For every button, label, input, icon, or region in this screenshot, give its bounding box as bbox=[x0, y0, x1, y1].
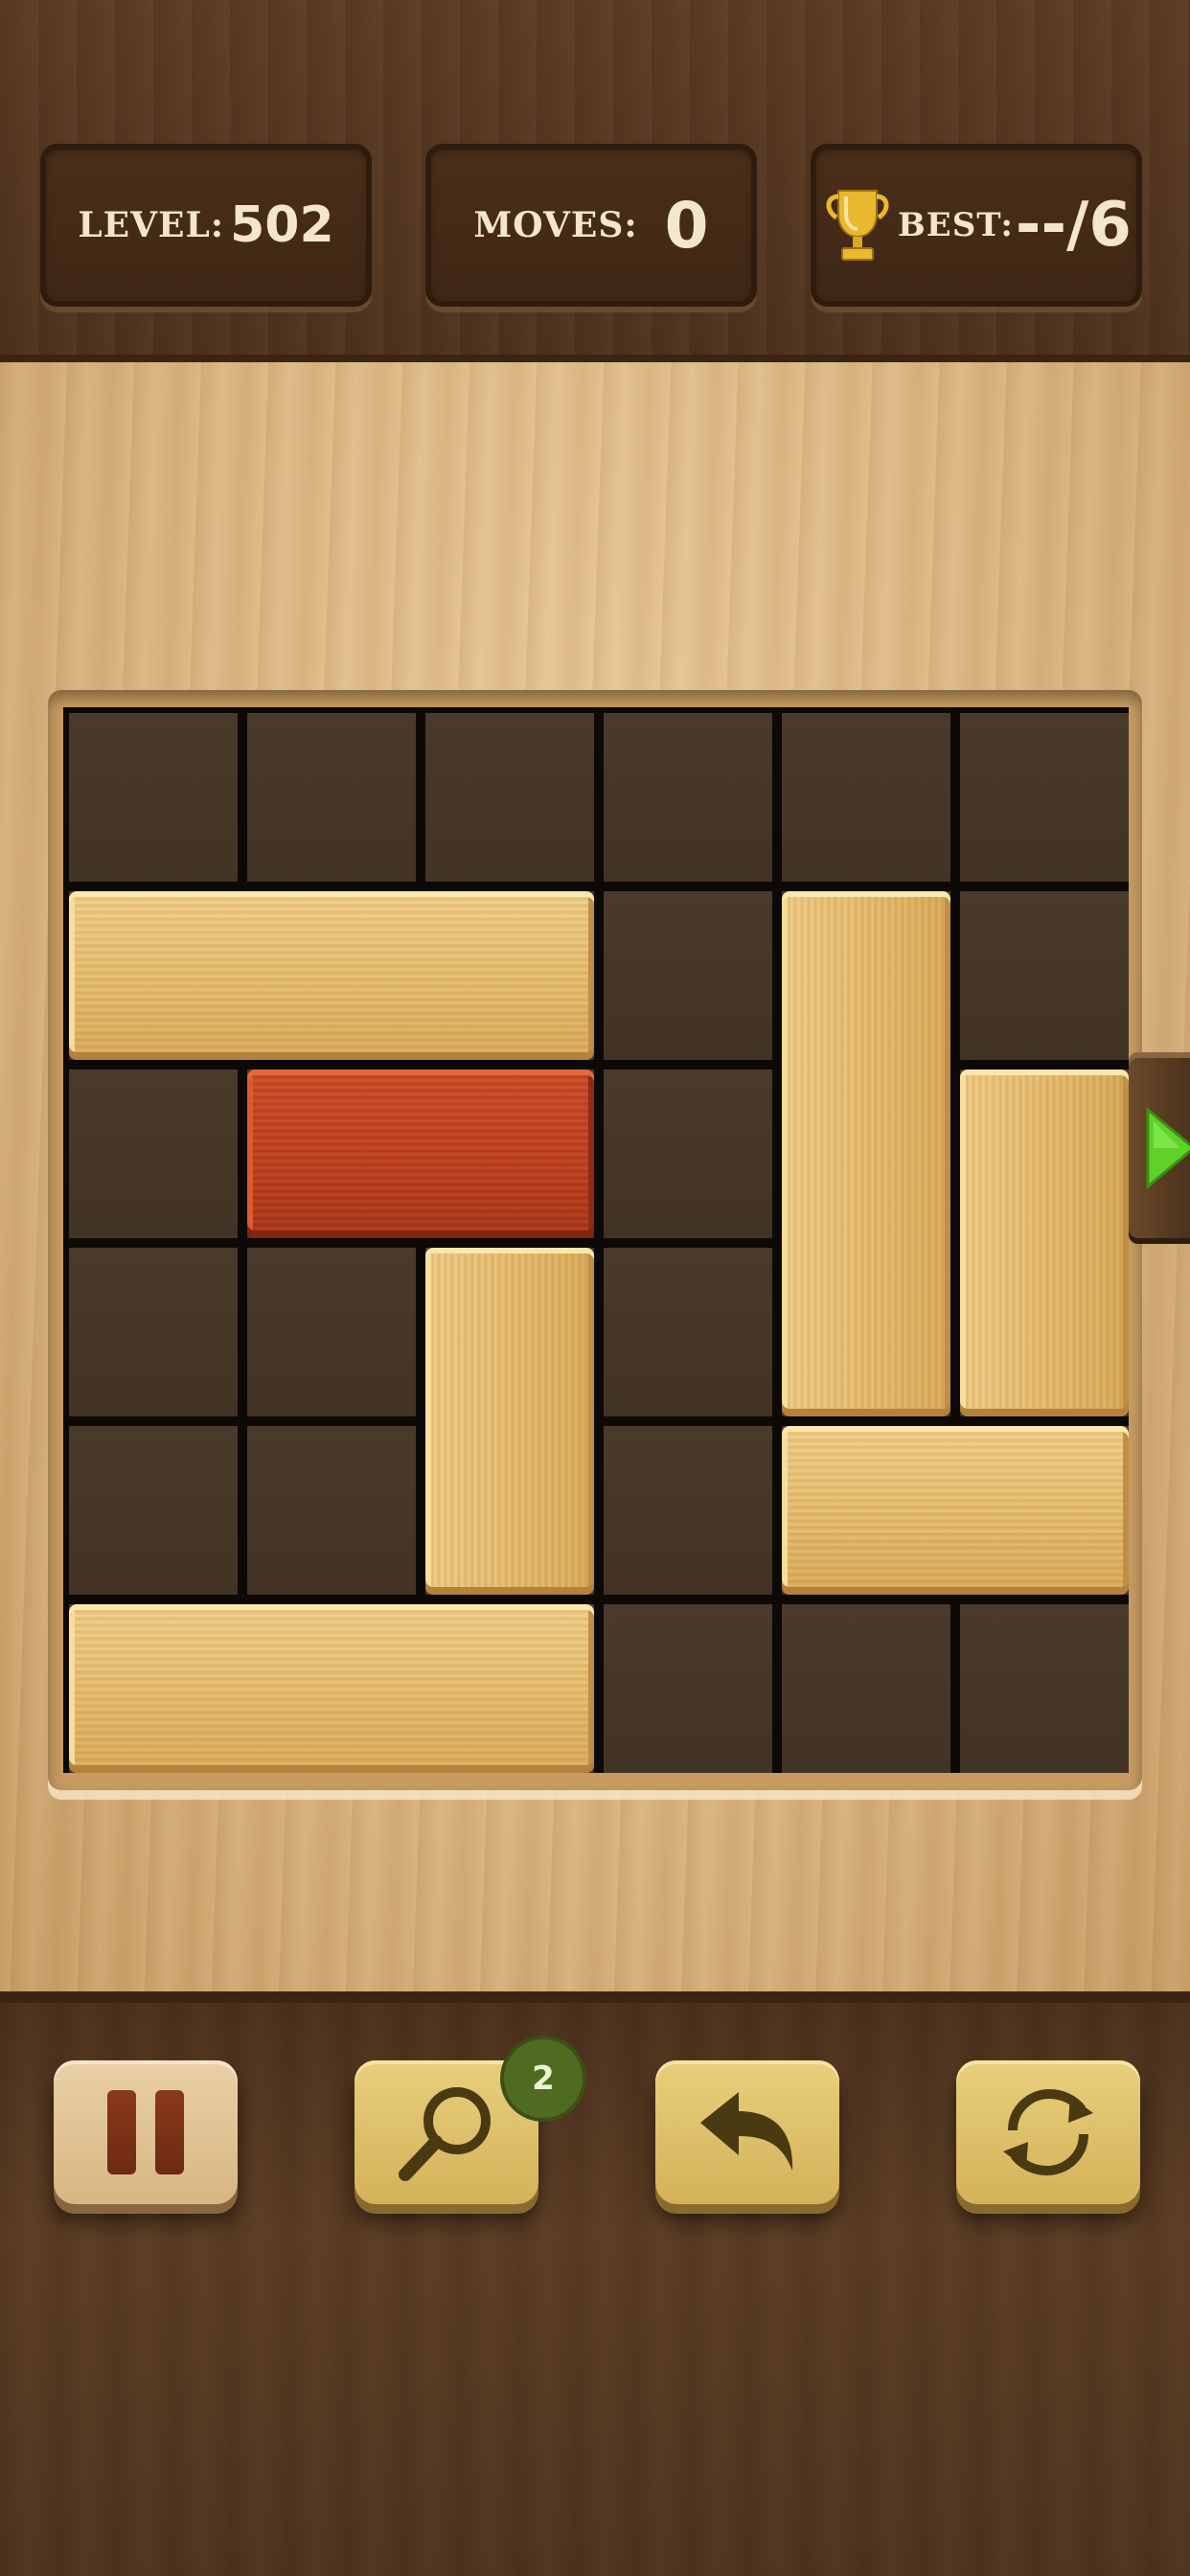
pause-icon bbox=[54, 2060, 238, 2204]
level-value: 502 bbox=[230, 196, 334, 254]
board-cell bbox=[69, 1070, 238, 1238]
board-cell bbox=[69, 713, 238, 882]
moves-value: 0 bbox=[664, 188, 709, 263]
board-cell bbox=[69, 1426, 238, 1595]
board-cell bbox=[782, 713, 950, 882]
board-cell bbox=[604, 891, 772, 1060]
target-block[interactable] bbox=[247, 1070, 594, 1238]
board-cell bbox=[604, 1604, 772, 1773]
wood-block[interactable] bbox=[960, 1070, 1129, 1416]
best-label: BEST: bbox=[898, 206, 1014, 244]
board-cell bbox=[960, 891, 1129, 1060]
trophy-icon bbox=[826, 190, 889, 261]
board-cell bbox=[425, 713, 594, 882]
level-display: LEVEL: 502 bbox=[40, 144, 372, 307]
moves-label: MOVES: bbox=[473, 205, 638, 245]
hint-count-badge: 2 bbox=[504, 2039, 583, 2118]
restart-icon bbox=[1003, 2088, 1093, 2176]
undo-button[interactable] bbox=[655, 2060, 839, 2204]
board-cell bbox=[247, 1426, 416, 1595]
wood-block[interactable] bbox=[782, 891, 950, 1416]
best-value: --/6 bbox=[1015, 190, 1132, 261]
restart-button[interactable] bbox=[956, 2060, 1140, 2204]
pause-button[interactable] bbox=[54, 2060, 238, 2204]
play-arrow-icon bbox=[1146, 1106, 1190, 1190]
undo-arrow-icon bbox=[700, 2092, 793, 2171]
board-cell bbox=[604, 1426, 772, 1595]
puzzle-board bbox=[63, 707, 1129, 1773]
game-screen: LEVEL: 502 MOVES: 0 BEST: --/6 2 bbox=[0, 0, 1190, 2576]
best-display: BEST: --/6 bbox=[811, 144, 1142, 307]
top-bar: LEVEL: 502 MOVES: 0 BEST: --/6 bbox=[0, 0, 1190, 362]
board-cell bbox=[69, 1248, 238, 1416]
moves-display: MOVES: 0 bbox=[425, 144, 757, 307]
board-cell bbox=[247, 1248, 416, 1416]
board-cell bbox=[960, 713, 1129, 882]
board-cell bbox=[960, 1604, 1129, 1773]
wood-block[interactable] bbox=[425, 1248, 594, 1595]
wood-block[interactable] bbox=[69, 891, 594, 1060]
board-cell bbox=[604, 1248, 772, 1416]
wood-block[interactable] bbox=[782, 1426, 1129, 1595]
board-cell bbox=[604, 713, 772, 882]
wood-block[interactable] bbox=[69, 1604, 594, 1773]
magnifier-icon bbox=[399, 2087, 491, 2181]
board-cell bbox=[247, 713, 416, 882]
board-cell bbox=[604, 1070, 772, 1238]
board-cell bbox=[782, 1604, 950, 1773]
level-label: LEVEL: bbox=[78, 205, 225, 245]
